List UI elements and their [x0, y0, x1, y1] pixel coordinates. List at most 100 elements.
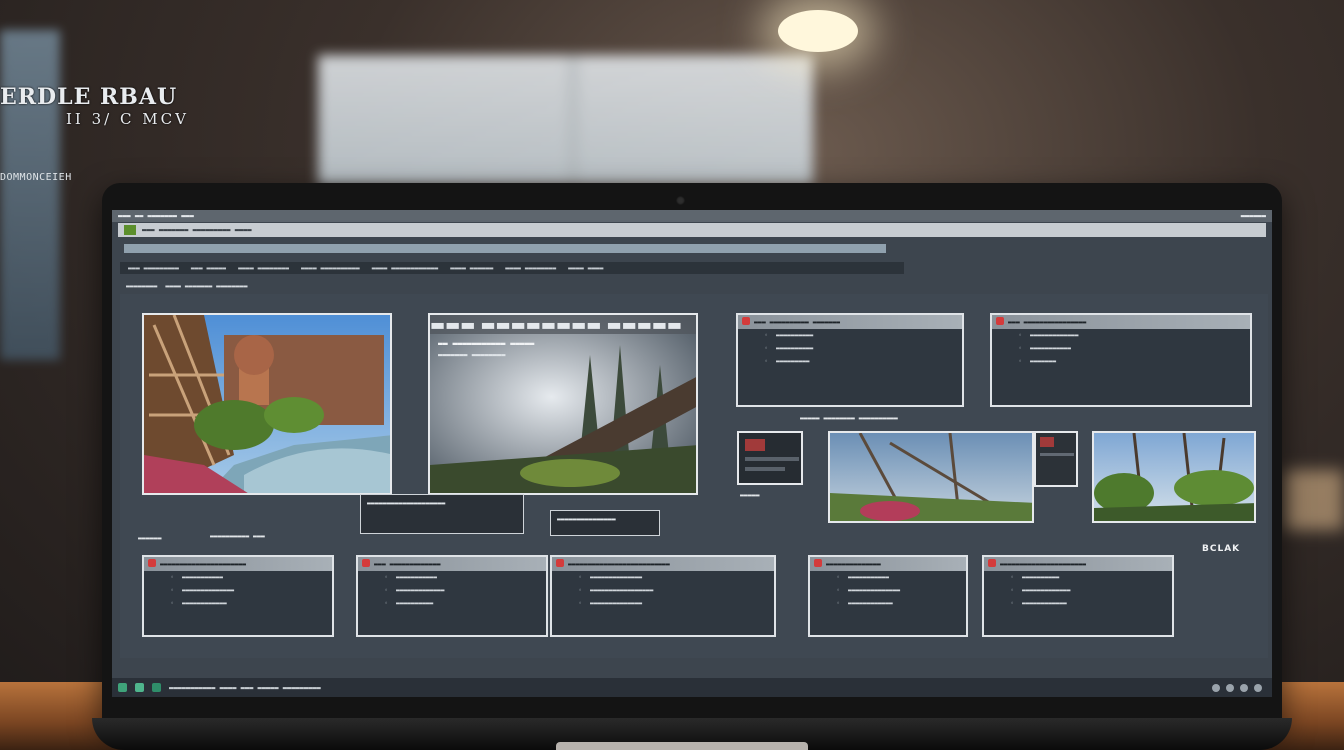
menu-item[interactable]: ▬▬▬▬ ▬▬▬▬▬▬▬▬▬▬▬▬ [372, 264, 439, 272]
list-item[interactable]: ◦ ▬▬▬▬▬▬▬▬▬▬ [984, 571, 1172, 584]
laptop-screen: ▬▬▬ ▬▬ ▬▬▬▬▬▬▬ ▬▬▬ ▬▬▬▬▬▬ ▬▬▬ ▬▬▬▬▬▬▬ ▬▬… [112, 210, 1272, 697]
breadcrumb-item[interactable]: ▬▬▬▬▬▬▬▬ [126, 282, 157, 290]
photo-tile-forest[interactable] [1092, 431, 1256, 523]
list-item[interactable]: ◦ ▬▬▬▬▬▬▬▬▬▬▬▬▬ [358, 584, 546, 597]
bullet-icon: ◦ [384, 574, 388, 581]
list-item-text: ▬▬▬▬▬▬▬ [1030, 358, 1057, 365]
list-item-text: ▬▬▬▬▬▬▬▬▬▬▬▬▬▬ [590, 600, 643, 607]
wall-caption: DOMMONCEIEH [0, 172, 72, 183]
red-badge-icon [742, 317, 750, 325]
card-caption: ▬▬▬▬▬ ▬▬▬▬▬▬▬▬ ▬▬▬▬▬▬▬▬▬▬ [800, 414, 898, 422]
bottom-card-4[interactable]: ▬▬▬▬▬▬▬▬▬▬▬▬▬▬ ◦ ▬▬▬▬▬▬▬▬▬▬▬ ◦ ▬▬▬▬▬▬▬▬▬▬▬… [808, 555, 968, 637]
window-controls[interactable]: ▬▬▬▬▬▬ [1241, 212, 1272, 220]
breadcrumb-item[interactable]: ▬▬▬▬ ▬▬▬▬▬▬▬ ▬▬▬▬▬▬▬▬ [165, 282, 247, 290]
start-icon[interactable] [118, 683, 127, 692]
list-item-text: ▬▬▬▬▬▬▬▬▬▬ [776, 345, 814, 352]
list-item-text: ▬▬▬▬▬▬▬▬▬▬▬ [396, 574, 437, 581]
photo-tile-ruins[interactable] [828, 431, 1034, 523]
app-icon[interactable] [135, 683, 144, 692]
search-input[interactable] [124, 244, 886, 253]
red-badge-icon [996, 317, 1004, 325]
overlay-title: ▬▬ ▬▬▬▬▬▬▬▬▬▬▬ ▬▬▬▬▬ [438, 339, 535, 348]
list-item[interactable]: ◦ ▬▬▬▬▬▬▬▬▬▬ [738, 342, 962, 355]
bullet-icon: ◦ [1010, 600, 1014, 607]
photo-wooden-bridge [144, 315, 390, 493]
list-item[interactable]: ◦ ▬▬▬▬▬▬▬▬▬▬▬▬▬▬ [810, 584, 966, 597]
list-item[interactable]: ◦ ▬▬▬▬▬▬▬▬▬▬▬▬▬ [992, 329, 1250, 342]
menu-item[interactable]: ▬▬▬▬ ▬▬▬▬▬▬▬▬▬▬ [301, 264, 360, 272]
menu-item[interactable]: ▬▬▬ ▬▬▬▬▬▬▬▬▬ [128, 264, 179, 272]
list-item-text: ▬▬▬▬▬▬▬▬▬▬▬▬ [182, 600, 227, 607]
card-header: ▬▬▬ ▬▬▬▬▬▬▬▬▬▬ ▬▬▬▬▬▬▬ [738, 315, 962, 329]
menu-item[interactable]: ▬▬▬▬ ▬▬▬▬▬▬ [450, 264, 493, 272]
bullet-icon: ◦ [384, 600, 388, 607]
site-icon [124, 225, 136, 235]
info-card-2[interactable]: ▬▬▬ ▬▬▬▬▬▬▬▬▬▬▬▬▬▬▬▬ ◦ ▬▬▬▬▬▬▬▬▬▬▬▬▬ ◦ ▬▬▬… [990, 313, 1252, 407]
menu-bar: ▬▬▬ ▬▬▬▬▬▬▬▬▬ ▬▬▬ ▬▬▬▬▬ ▬▬▬▬ ▬▬▬▬▬▬▬▬ ▬▬… [120, 262, 904, 274]
list-item[interactable]: ◦ ▬▬▬▬▬▬▬▬▬▬▬ [358, 571, 546, 584]
list-item[interactable]: ◦ ▬▬▬▬▬▬▬▬▬▬▬▬ [810, 597, 966, 610]
info-card-1[interactable]: ▬▬▬ ▬▬▬▬▬▬▬▬▬▬ ▬▬▬▬▬▬▬ ◦ ▬▬▬▬▬▬▬▬▬▬ ◦ ▬▬▬▬… [736, 313, 964, 407]
bullet-icon: ◦ [1018, 358, 1022, 365]
list-item[interactable]: ◦ ▬▬▬▬▬▬▬▬▬▬▬▬ [144, 597, 332, 610]
tray-icon[interactable] [1240, 683, 1248, 692]
list-item[interactable]: ◦ ▬▬▬▬▬▬▬▬▬▬▬▬▬ [984, 584, 1172, 597]
gallery-grid: ▬▬▬ ▬▬▬▬▬▬▬▬ ▬▬▬▬▬ ▬▬ ▬▬▬▬▬▬▬▬▬▬▬ ▬▬▬▬▬ … [120, 294, 1268, 658]
photo-small-dark [739, 433, 801, 483]
menu-item[interactable]: ▬▬▬▬ ▬▬▬▬▬▬▬▬ [238, 264, 289, 272]
bullet-icon: ◦ [170, 587, 174, 594]
bottom-card-1[interactable]: ▬▬▬▬▬▬▬▬▬▬▬▬▬▬▬▬▬▬▬▬▬▬ ◦ ▬▬▬▬▬▬▬▬▬▬▬ ◦ ▬▬▬… [142, 555, 334, 637]
ceiling-lamp [778, 10, 858, 52]
bottom-card-5[interactable]: ▬▬▬▬▬▬▬▬▬▬▬▬▬▬▬▬▬▬▬▬▬▬ ◦ ▬▬▬▬▬▬▬▬▬▬ ◦ ▬▬▬▬… [982, 555, 1174, 637]
red-badge-icon [556, 559, 564, 567]
photo-tile-small[interactable] [737, 431, 803, 485]
list-item[interactable]: ◦ ▬▬▬▬▬▬▬▬▬▬▬▬▬▬▬▬▬ [552, 584, 774, 597]
caption-box-2[interactable]: ▬▬▬▬▬▬▬▬▬▬▬▬▬▬▬ [550, 510, 660, 536]
menu-item[interactable]: ▬▬▬▬ ▬▬▬▬▬▬▬▬ [505, 264, 556, 272]
photo-tile-side[interactable] [1034, 431, 1078, 487]
tray-icon[interactable] [1254, 683, 1262, 692]
menu-item[interactable]: ▬▬▬ ▬▬▬▬▬ [191, 264, 226, 272]
photo-forest [1094, 433, 1254, 521]
list-item[interactable]: ◦ ▬▬▬▬▬▬▬▬▬▬ [738, 329, 962, 342]
list-item[interactable]: ◦ ▬▬▬▬▬▬▬▬▬▬▬▬▬▬ [144, 584, 332, 597]
wall-sign-line2: II 3/ C MCV [66, 110, 189, 128]
bullet-icon: ◦ [1018, 332, 1022, 339]
card-header-text: ▬▬▬ ▬▬▬▬▬▬▬▬▬▬ ▬▬▬▬▬▬▬ [754, 318, 841, 326]
card-header-text: ▬▬▬ ▬▬▬▬▬▬▬▬▬▬▬▬▬▬▬▬ [1008, 318, 1087, 326]
list-item-text: ▬▬▬▬▬▬▬▬▬▬▬▬▬ [1030, 332, 1079, 339]
background-panel [0, 30, 60, 360]
list-item[interactable]: ◦ ▬▬▬▬▬▬▬▬▬▬▬▬▬▬ [552, 597, 774, 610]
photo-tile-wooden-bridge[interactable] [142, 313, 392, 495]
titlebar-text: ▬▬▬ ▬▬ ▬▬▬▬▬▬▬ ▬▬▬ [118, 212, 194, 220]
section-label: ▬▬▬▬▬▬ [138, 534, 162, 542]
list-item[interactable]: ◦ ▬▬▬▬▬▬▬▬▬▬▬▬ [984, 597, 1172, 610]
red-badge-icon [362, 559, 370, 567]
list-item-text: ▬▬▬▬▬▬▬▬▬▬▬▬ [848, 600, 893, 607]
app-icon[interactable] [152, 683, 161, 692]
caption-box-1[interactable]: ▬▬▬▬▬▬▬▬▬▬▬▬▬▬▬▬▬▬▬▬ [360, 494, 524, 534]
list-item-text: ▬▬▬▬▬▬▬▬▬▬ [776, 332, 814, 339]
list-item[interactable]: ◦ ▬▬▬▬▬▬▬▬▬▬▬ [810, 571, 966, 584]
list-item[interactable]: ◦ ▬▬▬▬▬▬▬▬▬▬ [358, 597, 546, 610]
list-item[interactable]: ◦ ▬▬▬▬▬▬▬▬▬ [738, 355, 962, 368]
card-header: ▬▬▬ ▬▬▬▬▬▬▬▬▬▬▬▬▬ [358, 557, 546, 571]
list-item[interactable]: ◦ ▬▬▬▬▬▬▬▬▬▬▬ [144, 571, 332, 584]
tray-icon[interactable] [1226, 683, 1234, 692]
bullet-icon: ◦ [170, 600, 174, 607]
bullet-icon: ◦ [384, 587, 388, 594]
address-bar[interactable]: ▬▬▬ ▬▬▬▬▬▬▬ ▬▬▬▬▬▬▬▬▬ ▬▬▬▬ [118, 223, 1266, 237]
breadcrumb: ▬▬▬▬▬▬▬▬ ▬▬▬▬ ▬▬▬▬▬▬▬ ▬▬▬▬▬▬▬▬ [126, 282, 248, 290]
bullet-icon: ◦ [764, 332, 768, 339]
window-titlebar[interactable]: ▬▬▬ ▬▬ ▬▬▬▬▬▬▬ ▬▬▬ ▬▬▬▬▬▬ [112, 210, 1272, 222]
bullet-icon: ◦ [578, 574, 582, 581]
bullet-icon: ◦ [170, 574, 174, 581]
photo-tile-misty-forest[interactable]: ▬▬▬ ▬▬▬▬▬▬▬▬ ▬▬▬▬▬ ▬▬ ▬▬▬▬▬▬▬▬▬▬▬ ▬▬▬▬▬ … [428, 313, 698, 495]
tray-icon[interactable] [1212, 683, 1220, 692]
bottom-card-3[interactable]: ▬▬▬▬▬▬▬▬▬▬▬▬▬▬▬▬▬▬▬▬▬▬▬▬▬▬ ◦ ▬▬▬▬▬▬▬▬▬▬▬▬… [550, 555, 776, 637]
bottom-card-2[interactable]: ▬▬▬ ▬▬▬▬▬▬▬▬▬▬▬▬▬ ◦ ▬▬▬▬▬▬▬▬▬▬▬ ◦ ▬▬▬▬▬▬▬▬… [356, 555, 548, 637]
menu-item[interactable]: ▬▬▬▬ ▬▬▬▬ [568, 264, 603, 272]
list-item[interactable]: ◦ ▬▬▬▬▬▬▬▬▬▬▬▬▬▬ [552, 571, 774, 584]
list-item[interactable]: ◦ ▬▬▬▬▬▬▬▬▬▬▬ [992, 342, 1250, 355]
list-item[interactable]: ◦ ▬▬▬▬▬▬▬ [992, 355, 1250, 368]
